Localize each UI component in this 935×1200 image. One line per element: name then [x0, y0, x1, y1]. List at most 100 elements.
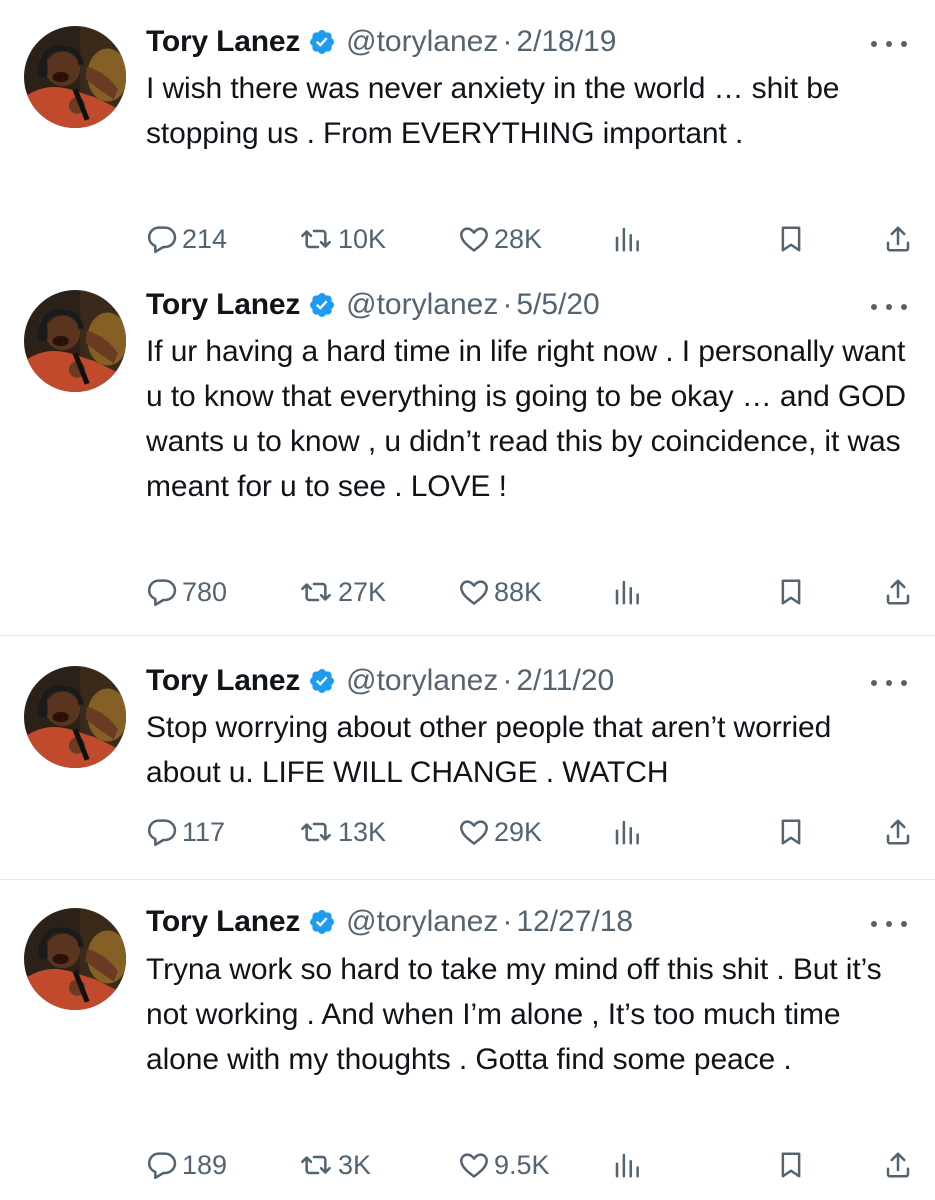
retweet-icon — [298, 1149, 334, 1181]
tweet-text: I wish there was never anxiety in the wo… — [146, 72, 840, 150]
views-icon — [612, 1150, 642, 1180]
retweet-count: 27K — [338, 576, 387, 607]
action-bar: 214 10K 28K — [146, 219, 916, 259]
like-icon — [458, 816, 490, 848]
more-options-icon[interactable] — [871, 37, 907, 51]
avatar[interactable] — [24, 666, 126, 768]
share-button[interactable] — [883, 219, 917, 259]
retweet-count: 10K — [338, 223, 387, 254]
retweet-count: 3K — [338, 1149, 372, 1180]
avatar[interactable] — [24, 290, 126, 392]
separator: · — [502, 288, 513, 321]
views-button[interactable] — [612, 812, 646, 852]
author-handle[interactable]: @torylanez — [346, 22, 498, 62]
tweet[interactable]: Tory Lanez @torylanez · 2/18/19 I wish t… — [0, 0, 935, 272]
share-button[interactable] — [883, 1145, 917, 1185]
views-button[interactable] — [612, 1145, 646, 1185]
retweet-count: 13K — [338, 816, 387, 847]
like-count: 88K — [494, 576, 543, 607]
tweet-header: Tory Lanez @torylanez · 12/27/18 — [146, 902, 633, 942]
share-icon — [883, 577, 913, 607]
like-button[interactable]: 9.5K — [458, 1145, 550, 1185]
tweet-text: If ur having a hard time in life right n… — [146, 335, 906, 503]
reply-button[interactable]: 780 — [146, 572, 227, 612]
reply-icon — [146, 1149, 178, 1181]
tweet[interactable]: Tory Lanez @torylanez · 12/27/18 Tryna w… — [0, 880, 935, 1200]
views-icon — [612, 577, 642, 607]
reply-icon — [146, 576, 178, 608]
reply-count: 117 — [182, 816, 226, 847]
retweet-button[interactable]: 3K — [298, 1145, 371, 1185]
bookmark-icon — [776, 817, 806, 847]
action-bar: 117 13K 29K — [146, 812, 916, 852]
separator: · — [502, 664, 513, 697]
tweet-header: Tory Lanez @torylanez · 2/18/19 — [146, 22, 616, 62]
tweet-date[interactable]: 12/27/18 — [516, 902, 633, 942]
views-icon — [612, 817, 642, 847]
action-bar: 189 3K 9.5K — [146, 1145, 916, 1185]
bookmark-icon — [776, 224, 806, 254]
like-count: 29K — [494, 816, 543, 847]
share-icon — [883, 224, 913, 254]
more-options-icon[interactable] — [871, 917, 907, 931]
tweet-date[interactable]: 5/5/20 — [516, 285, 599, 325]
separator: · — [502, 905, 513, 938]
bookmark-button[interactable] — [776, 219, 810, 259]
share-icon — [883, 817, 913, 847]
bookmark-icon — [776, 577, 806, 607]
avatar[interactable] — [24, 26, 126, 128]
author-name[interactable]: Tory Lanez — [146, 661, 300, 701]
retweet-icon — [298, 816, 334, 848]
like-count: 28K — [494, 223, 543, 254]
author-handle[interactable]: @torylanez — [346, 902, 498, 942]
share-icon — [883, 1150, 913, 1180]
avatar[interactable] — [24, 908, 126, 1010]
retweet-button[interactable]: 27K — [298, 572, 386, 612]
views-button[interactable] — [612, 219, 646, 259]
reply-count: 780 — [182, 576, 228, 607]
verified-badge-icon — [308, 667, 336, 695]
bookmark-button[interactable] — [776, 1145, 810, 1185]
more-options-icon[interactable] — [871, 300, 907, 314]
reply-button[interactable]: 117 — [146, 812, 225, 852]
views-icon — [612, 224, 642, 254]
like-button[interactable]: 88K — [458, 572, 542, 612]
author-name[interactable]: Tory Lanez — [146, 22, 300, 62]
like-button[interactable]: 29K — [458, 812, 542, 852]
like-count: 9.5K — [494, 1149, 550, 1180]
tweet-text: Stop worrying about other people that ar… — [146, 711, 832, 789]
reply-count: 189 — [182, 1149, 228, 1180]
retweet-icon — [298, 223, 334, 255]
verified-badge-icon — [308, 908, 336, 936]
views-button[interactable] — [612, 572, 646, 612]
like-icon — [458, 576, 490, 608]
retweet-button[interactable]: 13K — [298, 812, 386, 852]
tweet-text: Tryna work so hard to take my mind off t… — [146, 953, 882, 1076]
reply-button[interactable]: 189 — [146, 1145, 227, 1185]
bookmark-icon — [776, 1150, 806, 1180]
retweet-icon — [298, 576, 334, 608]
verified-badge-icon — [308, 291, 336, 319]
like-icon — [458, 1149, 490, 1181]
share-button[interactable] — [883, 812, 917, 852]
tweet-header: Tory Lanez @torylanez · 2/11/20 — [146, 661, 614, 701]
author-name[interactable]: Tory Lanez — [146, 902, 300, 942]
author-handle[interactable]: @torylanez — [346, 285, 498, 325]
retweet-button[interactable]: 10K — [298, 219, 386, 259]
tweet[interactable]: Tory Lanez @torylanez · 5/5/20 If ur hav… — [0, 272, 935, 635]
share-button[interactable] — [883, 572, 917, 612]
author-name[interactable]: Tory Lanez — [146, 285, 300, 325]
tweet-header: Tory Lanez @torylanez · 5/5/20 — [146, 285, 600, 325]
more-options-icon[interactable] — [871, 676, 907, 690]
verified-badge-icon — [308, 28, 336, 56]
bookmark-button[interactable] — [776, 812, 810, 852]
tweet[interactable]: Tory Lanez @torylanez · 2/11/20 Stop wor… — [0, 636, 935, 879]
reply-button[interactable]: 214 — [146, 219, 227, 259]
like-icon — [458, 223, 490, 255]
tweet-date[interactable]: 2/18/19 — [516, 22, 616, 62]
reply-icon — [146, 816, 178, 848]
bookmark-button[interactable] — [776, 572, 810, 612]
tweet-date[interactable]: 2/11/20 — [516, 661, 614, 701]
like-button[interactable]: 28K — [458, 219, 542, 259]
author-handle[interactable]: @torylanez — [346, 661, 498, 701]
